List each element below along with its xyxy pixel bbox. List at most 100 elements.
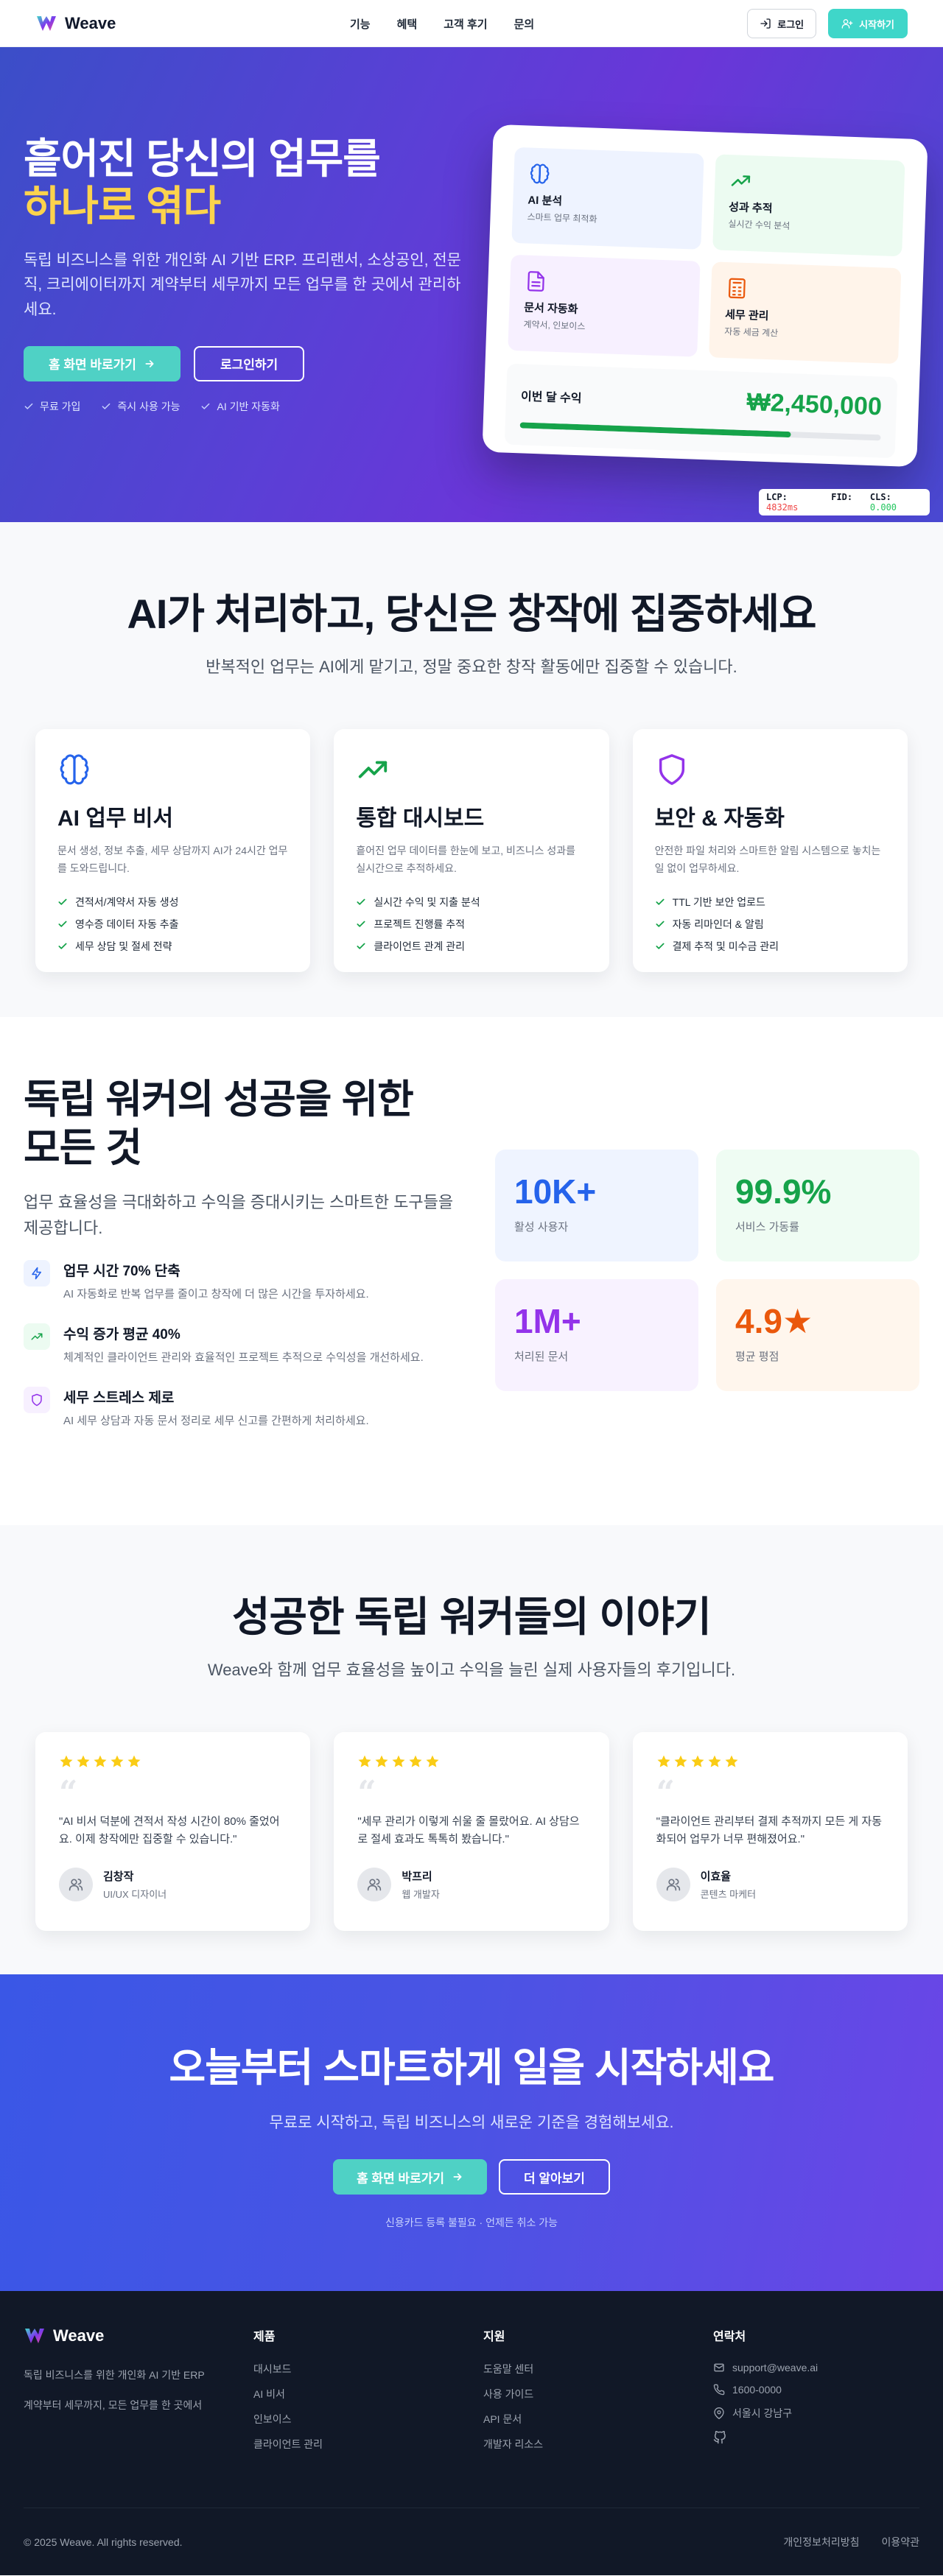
benefits-subtitle: 업무 효율성을 극대화하고 수익을 증대시키는 스마트한 도구들을 제공합니다.	[24, 1192, 454, 1237]
lcp-label: LCP:	[766, 492, 788, 502]
check-icon	[57, 941, 68, 951]
stat-value: 1M+	[514, 1302, 581, 1340]
testimonial-card: “ "세무 관리가 이렇게 쉬울 줄 몰랐어요. AI 상담으로 절세 효과도 …	[334, 1732, 609, 1931]
benefit-title: 업무 시간 70% 단축	[63, 1264, 180, 1280]
stat-value: 10K+	[514, 1172, 597, 1211]
star-icon	[724, 1754, 739, 1769]
revenue-label: 이번 달 수익	[520, 390, 582, 405]
footer-contact-phone[interactable]: 1600-0000	[713, 2384, 818, 2396]
author-name: 이효율	[700, 1871, 732, 1883]
feature-list-item: 실시간 수익 및 지출 분석	[356, 891, 586, 913]
lightning-icon	[24, 1260, 50, 1287]
mockup-card-sub: 자동 세금 계산	[724, 325, 779, 339]
benefit-desc: AI 자동화로 반복 업무를 줄이고 창작에 더 많은 시간을 투자하세요.	[63, 1288, 369, 1301]
revenue-value: ₩2,450,000	[746, 388, 883, 421]
cta-learn-more-button[interactable]: 더 알아보기	[499, 2159, 610, 2195]
hero-home-button[interactable]: 홈 화면 바로가기	[24, 345, 180, 381]
footer-link-api-docs[interactable]: API 문서	[483, 2412, 543, 2427]
footer-brand[interactable]: Weave	[24, 2326, 205, 2346]
copyright: © 2025 Weave. All rights reserved.	[24, 2535, 183, 2548]
arrow-right-icon	[144, 358, 155, 370]
mockup-card-performance: 성과 추적 실시간 수익 분석	[712, 154, 905, 257]
testimonial-author: 김창작 UI/UX 디자이너	[59, 1868, 287, 1901]
testimonial-quote: "AI 비서 덕분에 견적서 작성 시간이 80% 줄었어요. 이제 창작에만 …	[59, 1815, 280, 1845]
mockup-card-title: 문서 자동화	[523, 301, 578, 316]
terms-link[interactable]: 이용약관	[881, 2535, 919, 2549]
feature-card-title: 통합 대시보드	[356, 806, 485, 831]
hero-login-button[interactable]: 로그인하기	[193, 345, 305, 381]
testimonial-quote: "세무 관리가 이렇게 쉬울 줄 몰랐어요. AI 상담으로 절세 효과도 톡톡…	[357, 1815, 580, 1845]
footer-github-link[interactable]	[713, 2431, 818, 2444]
footer-link-dashboard[interactable]: 대시보드	[253, 2362, 323, 2376]
fid-label: FID:	[831, 492, 853, 502]
testimonials-subtitle: Weave와 함께 업무 효율성을 높이고 수익을 늘린 실제 사용자들의 후기…	[207, 1661, 736, 1679]
mockup-card-sub: 실시간 수익 분석	[728, 219, 790, 231]
feature-list-label: 프로젝트 진행률 추적	[374, 918, 466, 930]
nav-link-testimonials[interactable]: 고객 후기	[444, 16, 487, 32]
mockup-revenue: 이번 달 수익 ₩2,450,000	[504, 363, 898, 459]
footer-link-user-guide[interactable]: 사용 가이드	[483, 2387, 543, 2401]
privacy-policy-link[interactable]: 개인정보처리방침	[783, 2535, 859, 2549]
calculator-icon	[726, 277, 886, 305]
start-button[interactable]: 시작하기	[828, 9, 908, 38]
benefit-desc: AI 세무 상담과 자동 문서 정리로 세무 신고를 간편하게 처리하세요.	[63, 1415, 369, 1428]
stat-label: 처리된 문서	[514, 1351, 569, 1363]
footer-link-ai-assistant[interactable]: AI 비서	[253, 2387, 323, 2401]
footer-email-text: support@weave.ai	[732, 2362, 818, 2373]
footer-column-title: 연락처	[713, 2331, 746, 2343]
feature-list: TTL 기반 보안 업로드 자동 리마인더 & 알림 결제 추적 및 미수금 관…	[655, 891, 886, 957]
check-icon	[24, 401, 34, 412]
footer-link-developer-resources[interactable]: 개발자 리소스	[483, 2437, 543, 2452]
hero-home-label: 홈 화면 바로가기	[49, 358, 136, 373]
author-role: 콘텐츠 마케터	[700, 1889, 757, 1900]
login-button[interactable]: 로그인	[747, 9, 817, 38]
feature-list-item: 프로젝트 진행률 추적	[356, 913, 586, 935]
star-icon	[408, 1754, 423, 1769]
star-icon	[110, 1754, 125, 1769]
feature-card-security: 보안 & 자동화 안전한 파일 처리와 스마트한 알림 시스템으로 놓치는 일 …	[632, 729, 908, 972]
footer-contact-email[interactable]: support@weave.ai	[713, 2362, 818, 2373]
brand[interactable]: Weave	[35, 14, 116, 33]
benefit-title: 수익 증가 평균 40%	[63, 1327, 180, 1343]
phone-icon	[713, 2384, 725, 2396]
weave-logo-icon	[24, 2326, 46, 2346]
author-role: UI/UX 디자이너	[103, 1889, 167, 1900]
star-rating	[656, 1754, 884, 1769]
trending-up-icon	[24, 1323, 50, 1351]
hero-buttons: 홈 화면 바로가기 로그인하기	[24, 345, 466, 381]
cta-title: 오늘부터 스마트하게 일을 시작하세요	[169, 2046, 775, 2090]
check-icon	[655, 941, 665, 951]
legal-links: 개인정보처리방침 이용약관	[783, 2535, 919, 2549]
stat-label: 활성 사용자	[514, 1221, 569, 1234]
footer-link-invoice[interactable]: 인보이스	[253, 2412, 323, 2427]
nav-link-features[interactable]: 기능	[350, 16, 371, 32]
hero-title-line1: 흩어진 당신의 업무를	[24, 136, 381, 182]
cta-buttons: 홈 화면 바로가기 더 알아보기	[0, 2159, 943, 2195]
footer-desc-line: 계약부터 세무까지, 모든 업무를 한 곳에서	[24, 2399, 203, 2411]
footer-column-title: 지원	[483, 2331, 505, 2343]
cta-home-button[interactable]: 홈 화면 바로가기	[333, 2159, 487, 2195]
perf-monitor: LCP: 4832ms FID: - CLS: 0.000	[759, 489, 930, 515]
brand-name: Weave	[65, 14, 116, 32]
feature-list-label: 자동 리마인더 & 알림	[672, 918, 764, 930]
benefits-title-line2: 모든 것	[24, 1125, 142, 1170]
footer-link-help-center[interactable]: 도움말 센터	[483, 2362, 543, 2376]
stat-card-uptime: 99.9% 서비스 가동률	[716, 1150, 919, 1261]
footer-brand-column: Weave 독립 비즈니스를 위한 개인화 AI 기반 ERP 계약부터 세무까…	[24, 2326, 205, 2420]
star-icon	[425, 1754, 440, 1769]
hero-check-label: 무료 가입	[40, 400, 81, 412]
features-section: AI가 처리하고, 당신은 창작에 집중하세요 반복적인 업무는 AI에게 맡기…	[0, 522, 943, 1017]
feature-card-title: 보안 & 자동화	[654, 806, 785, 831]
top-nav: Weave 기능 혜택 고객 후기 문의 로그인 시작하기	[0, 0, 943, 47]
feature-list-label: 결제 추적 및 미수금 관리	[672, 940, 779, 952]
arrow-right-icon	[452, 2171, 463, 2183]
document-icon	[525, 270, 685, 298]
nav-link-contact[interactable]: 문의	[514, 16, 535, 32]
hero-check-item: 즉시 사용 가능	[101, 399, 180, 414]
footer-brand-name: Weave	[53, 2326, 105, 2345]
footer-link-client-management[interactable]: 클라이언트 관리	[253, 2437, 323, 2452]
nav-link-benefits[interactable]: 혜택	[397, 16, 418, 32]
footer-support-column: 지원 도움말 센터 사용 가이드 API 문서 개발자 리소스	[483, 2326, 543, 2462]
cta-note: 신용카드 등록 불필요 · 언제든 취소 가능	[385, 2217, 558, 2228]
stats-grid: 10K+ 활성 사용자 99.9% 서비스 가동률 1M+ 처리된 문서 4.9…	[495, 1150, 919, 1391]
